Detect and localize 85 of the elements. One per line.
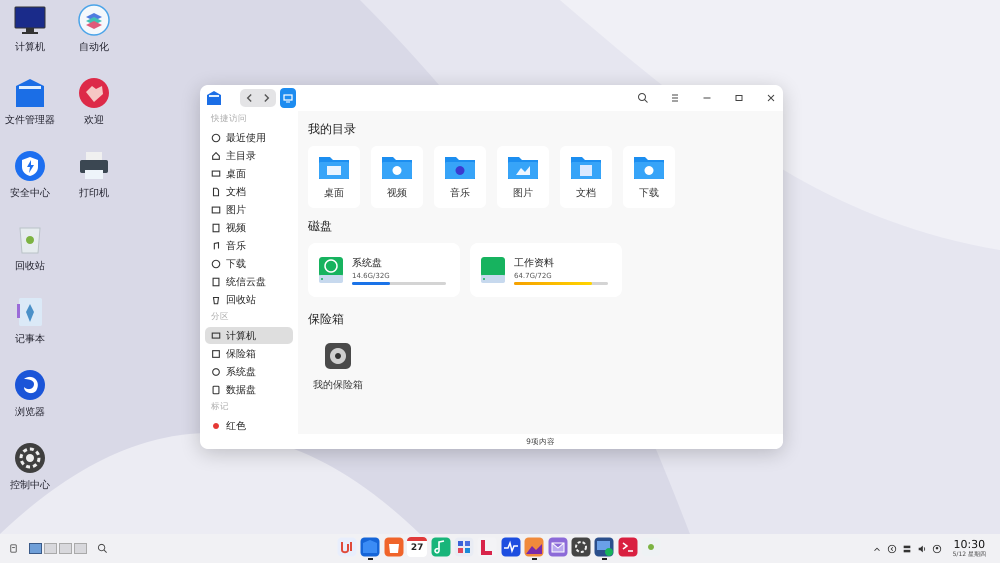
folder-tile[interactable]: 桌面: [308, 146, 360, 208]
folder-icon: [507, 154, 539, 180]
desktop-icon-label: 安全中心: [10, 186, 50, 200]
desktop-icon-label: 欢迎: [84, 114, 104, 127]
section-title: 保险箱: [308, 311, 344, 328]
show-desktop-icon[interactable]: [8, 543, 19, 554]
desktop-icon: [211, 168, 221, 178]
swirl-icon[interactable]: [14, 369, 46, 401]
sidebar-item[interactable]: 保险箱: [205, 345, 293, 362]
sidebar-item[interactable]: 图片: [205, 201, 293, 218]
desktop-icon-label: 文件管理器: [5, 114, 55, 127]
sidebar-item[interactable]: 桌面: [205, 165, 293, 182]
maximize-icon[interactable]: [733, 92, 745, 104]
clock-time[interactable]: 10:30: [953, 538, 986, 550]
shield-icon[interactable]: [14, 150, 46, 182]
app-grid-icon[interactable]: [454, 537, 474, 557]
sidebar-item[interactable]: 系统盘: [205, 363, 293, 380]
pulse-icon[interactable]: [500, 537, 521, 557]
sidebar-item[interactable]: 计算机: [205, 327, 293, 344]
drive-icon: [211, 384, 221, 394]
desktop-icon-label: 控制中心: [10, 478, 50, 492]
terminal-icon[interactable]: [618, 537, 638, 557]
sidebar-item[interactable]: 统信云盘: [205, 273, 293, 290]
shopping-bag-icon[interactable]: [384, 537, 404, 557]
monitor-icon[interactable]: [14, 4, 46, 36]
calendar-icon[interactable]: 27: [407, 537, 428, 557]
folder-tile[interactable]: 图片: [497, 146, 549, 208]
sidebar-item[interactable]: 数据盘: [205, 381, 293, 398]
remote-desktop-icon[interactable]: [594, 537, 614, 557]
menu-icon[interactable]: [669, 92, 681, 104]
sidebar-item[interactable]: 回收站: [205, 291, 293, 308]
sidebar-item[interactable]: 视频: [205, 219, 293, 236]
workspace-thumbnail[interactable]: [29, 543, 42, 554]
folder-icon: [381, 154, 413, 180]
folder-icon: [318, 154, 350, 180]
photo-icon[interactable]: [524, 537, 544, 557]
desktop-icon-label: 自动化: [79, 41, 109, 54]
disk-name: 工作资料: [514, 256, 555, 270]
desktop-icon-label: 回收站: [15, 260, 45, 273]
workspace-thumbnail[interactable]: [44, 543, 57, 554]
envelope-icon[interactable]: [548, 537, 568, 557]
folder-tile[interactable]: 文档: [560, 146, 612, 208]
folder-tile[interactable]: 音乐: [434, 146, 486, 208]
desktop-icon-label: 浏览器: [15, 406, 45, 419]
folder-icon: [570, 154, 602, 180]
search-icon[interactable]: [637, 92, 649, 104]
layers-icon[interactable]: [78, 4, 110, 36]
monitor-icon: [282, 92, 294, 104]
folder-icon: [633, 154, 665, 180]
sidebar-item[interactable]: 最近使用: [205, 129, 293, 146]
desktop-icon-label: 记事本: [15, 332, 45, 346]
volume-icon[interactable]: [916, 544, 927, 554]
folder-tile[interactable]: 视频: [371, 146, 423, 208]
folder-icon: [206, 90, 222, 106]
sidebar-section-title: 快捷访问: [210, 112, 248, 126]
section-title: 我的目录: [308, 121, 356, 138]
desktop-icon-label: 打印机: [79, 186, 109, 200]
close-icon[interactable]: [765, 92, 777, 104]
computer-breadcrumb[interactable]: [280, 88, 296, 108]
sidebar-item[interactable]: 主目录: [205, 147, 293, 164]
sidebar-item[interactable]: 红色: [205, 417, 293, 434]
sidebar-item[interactable]: 文档: [205, 183, 293, 200]
gear-icon[interactable]: [570, 537, 591, 557]
folder-icon: [444, 154, 476, 180]
sidebar-section-title: 标记: [210, 401, 230, 414]
gear-icon[interactable]: [14, 442, 46, 474]
sidebar-item[interactable]: 下载: [205, 255, 293, 272]
printer-icon[interactable]: [78, 150, 110, 182]
folder-tile[interactable]: 下载: [623, 146, 675, 208]
music-note-icon[interactable]: [430, 537, 451, 557]
doc-icon: [211, 186, 221, 196]
workspace-thumbnail[interactable]: [74, 543, 87, 554]
folder-icon[interactable]: [360, 537, 380, 557]
launcher-icon[interactable]: [337, 537, 357, 557]
home-icon: [211, 150, 221, 160]
sidebar-section-title: 分区: [210, 311, 230, 324]
section-title: 磁盘: [308, 218, 332, 235]
desktop-icon-label: 计算机: [15, 40, 45, 54]
disk-name: 系统盘: [352, 256, 383, 270]
sidebar-item[interactable]: 音乐: [205, 237, 293, 254]
search-icon[interactable]: [97, 543, 108, 554]
folder-icon[interactable]: [14, 77, 46, 109]
workspace-thumbnail[interactable]: [59, 543, 72, 554]
desktop-icon: [211, 330, 221, 340]
vault-item[interactable]: 我的保险箱: [308, 336, 368, 398]
